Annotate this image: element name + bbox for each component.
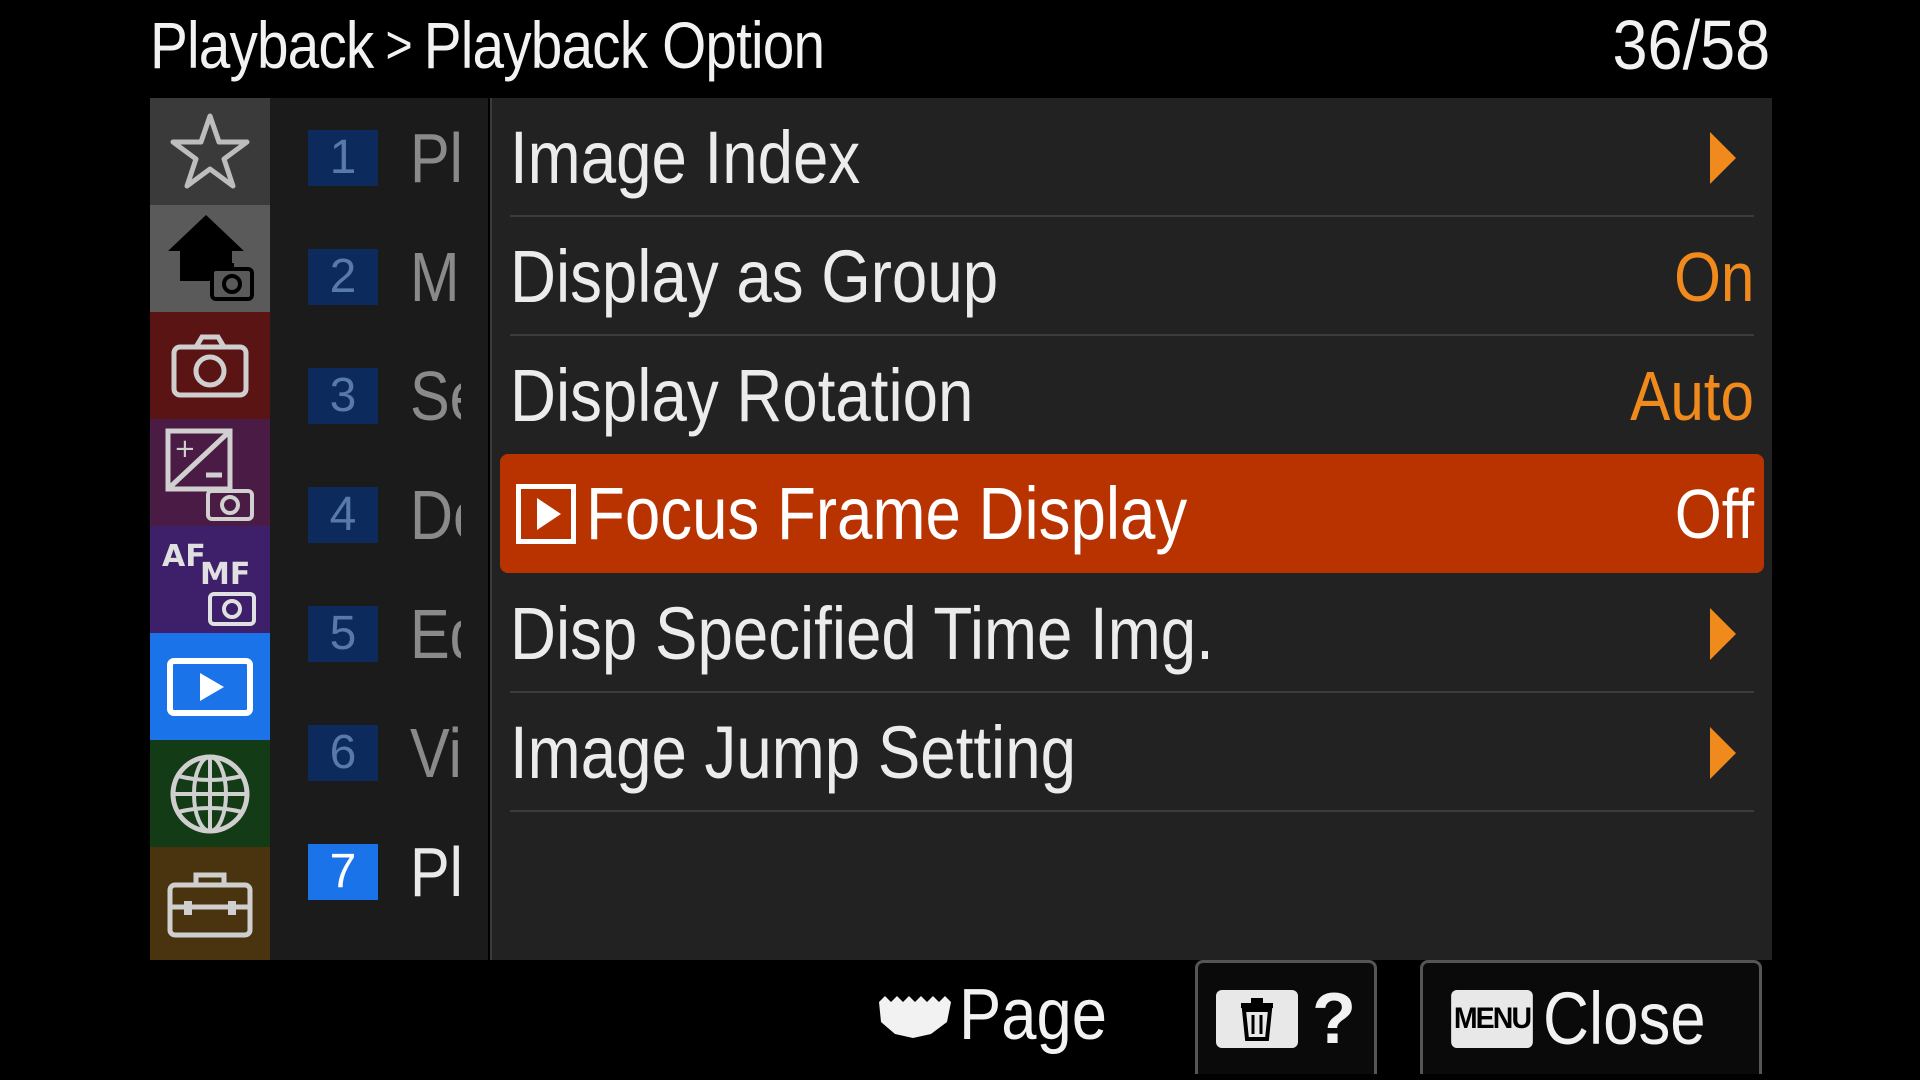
menu-list: Image Index Display as Group On Display … <box>490 98 1772 960</box>
page-title: Playback Option <box>423 8 825 82</box>
page-label: De <box>410 475 461 554</box>
page-label: Ed <box>410 594 461 673</box>
home-camera-icon <box>168 214 254 301</box>
svg-text:+: + <box>174 434 196 464</box>
divider <box>510 810 1754 812</box>
breadcrumb: Playback > Playback Option <box>150 0 825 90</box>
menu-item-image-jump-setting[interactable]: Image Jump Setting <box>510 693 1754 812</box>
menu-key-icon: MENU <box>1451 989 1534 1048</box>
page-label: Vi <box>410 713 461 792</box>
menu-item-disp-specified-time-img[interactable]: Disp Specified Time Img. <box>510 574 1754 693</box>
menu-item-label: Disp Specified Time Img. <box>510 592 1214 675</box>
submenu-arrow-icon <box>1710 607 1736 660</box>
category-focus[interactable]: AF MF <box>150 526 270 633</box>
page-number: 7 <box>308 843 378 900</box>
menu-item-label: Focus Frame Display <box>586 472 1188 555</box>
page-number: 5 <box>308 605 378 662</box>
menu-item-value: Off <box>1674 474 1754 553</box>
page-label: Se <box>410 356 461 435</box>
page-item-active[interactable]: 7 Pl <box>270 812 488 931</box>
page-item[interactable]: 5 Ed <box>270 574 488 693</box>
help-label: ? <box>1312 978 1356 1059</box>
page-hint: Page <box>875 960 1127 1070</box>
page-number: 6 <box>308 724 378 781</box>
menu-item-focus-frame-display[interactable]: Focus Frame Display Off <box>500 454 1764 573</box>
category-bar: + AF MF <box>150 98 270 960</box>
close-label: Close <box>1543 977 1707 1060</box>
page-counter: 36/58 <box>1612 6 1770 84</box>
page-item[interactable]: 1 Pl <box>270 98 488 217</box>
page-number: 1 <box>308 129 378 186</box>
menu-item-image-index[interactable]: Image Index <box>510 98 1754 217</box>
menu-item-label: Image Index <box>510 116 861 199</box>
page-label: M <box>410 237 460 316</box>
category-setup[interactable] <box>150 847 270 960</box>
camera-icon <box>171 334 249 397</box>
page-list: 1 Pl 2 M 3 Se 4 De 5 Ed 6 Vi 7 Pl <box>270 98 488 960</box>
breadcrumb-separator: > <box>385 15 412 75</box>
menu-item-label: Display Rotation <box>510 354 974 437</box>
exposure-camera-icon: + <box>165 428 254 521</box>
menu-item-value: Auto <box>1630 356 1754 435</box>
page-item[interactable]: 3 Se <box>270 336 488 455</box>
page-item[interactable]: 4 De <box>270 455 488 574</box>
page-number: 3 <box>308 367 378 424</box>
menu-item-label: Image Jump Setting <box>510 711 1076 794</box>
category-playback[interactable] <box>150 633 270 740</box>
page-number: 4 <box>308 486 378 543</box>
category-network[interactable] <box>150 740 270 847</box>
star-icon <box>170 113 250 188</box>
play-icon <box>167 657 253 716</box>
page-label: Pl <box>410 118 461 197</box>
submenu-arrow-icon <box>1710 131 1736 184</box>
menu-item-label: Display as Group <box>510 235 999 318</box>
category-main-shooting[interactable] <box>150 205 270 312</box>
dial-icon <box>879 996 951 1038</box>
page-number: 2 <box>308 248 378 305</box>
close-button[interactable]: MENU Close <box>1420 960 1762 1074</box>
submenu-arrow-icon <box>1710 726 1736 779</box>
category-my-menu[interactable] <box>150 98 270 205</box>
delete-help-button[interactable]: ? <box>1195 960 1377 1074</box>
toolbox-icon <box>167 872 253 937</box>
af-mf-camera-icon: AF MF <box>162 539 256 626</box>
page-hint-label: Page <box>959 975 1107 1055</box>
menu-item-display-rotation[interactable]: Display Rotation Auto <box>510 336 1754 455</box>
playback-icon <box>516 483 576 544</box>
page-label: Pl <box>410 832 461 911</box>
page-item[interactable]: 6 Vi <box>270 693 488 812</box>
menu-item-display-as-group[interactable]: Display as Group On <box>510 217 1754 336</box>
category-exposure-color[interactable]: + <box>150 419 270 526</box>
category-shooting[interactable] <box>150 312 270 419</box>
page-item[interactable]: 2 M <box>270 217 488 336</box>
svg-text:MF: MF <box>200 557 250 592</box>
breadcrumb-section: Playback <box>150 8 374 82</box>
globe-icon <box>170 754 250 833</box>
trash-icon <box>1216 989 1298 1048</box>
menu-item-value: On <box>1673 237 1754 316</box>
